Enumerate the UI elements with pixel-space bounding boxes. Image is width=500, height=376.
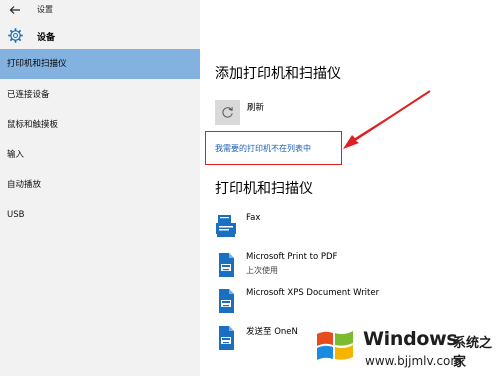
refresh-icon — [222, 107, 233, 118]
sidebar-item-connected-devices[interactable]: 已连接设备 — [0, 80, 200, 110]
window-title: 设置 — [37, 5, 53, 14]
sidebar: 设置 设备 打印机和扫描仪 已连接设备 鼠标和触摸板 输入 自动播放 USB — [0, 0, 200, 376]
sidebar-item-autoplay[interactable]: 自动播放 — [0, 170, 200, 200]
sidebar-item-typing[interactable]: 输入 — [0, 140, 200, 170]
printer-status: 上次使用 — [246, 266, 278, 275]
watermark: Windows 系统之家 www.bjjmlv.com — [313, 321, 500, 376]
fax-icon — [216, 215, 236, 237]
printer-name: Fax — [246, 213, 261, 223]
printer-item-fax[interactable]: Fax — [215, 212, 475, 242]
printer-item-print-to-pdf[interactable]: Microsoft Print to PDF 上次使用 — [215, 251, 475, 281]
main-content: 添加打印机和扫描仪 刷新 我需要的打印机不在列表中 打印机和扫描仪 Fax Mi… — [200, 0, 500, 376]
app-header: 设备 — [0, 24, 200, 48]
printer-not-listed-link[interactable]: 我需要的打印机不在列表中 — [215, 143, 311, 154]
back-arrow-icon[interactable] — [8, 3, 22, 17]
printer-item-xps-writer[interactable]: Microsoft XPS Document Writer — [215, 287, 475, 317]
document-printer-icon — [219, 253, 234, 277]
sidebar-item-usb[interactable]: USB — [0, 200, 200, 230]
printer-name: 发送至 OneN — [246, 327, 298, 337]
add-printers-heading: 添加打印机和扫描仪 — [215, 66, 341, 82]
watermark-url: www.bjjmlv.com — [365, 354, 463, 368]
title-bar: 设置 — [0, 0, 200, 20]
printer-name: Microsoft XPS Document Writer — [246, 288, 380, 298]
refresh-button[interactable] — [215, 100, 240, 125]
sidebar-item-mouse-touchpad[interactable]: 鼠标和触摸板 — [0, 110, 200, 140]
printers-list-heading: 打印机和扫描仪 — [215, 181, 313, 197]
gear-icon — [8, 28, 23, 43]
sidebar-item-printers-scanners[interactable]: 打印机和扫描仪 — [0, 49, 200, 79]
document-printer-icon — [219, 289, 234, 313]
windows-logo-icon — [317, 331, 353, 360]
watermark-brand: Windows — [363, 328, 458, 350]
document-printer-icon — [219, 326, 234, 350]
app-title: 设备 — [37, 33, 56, 43]
refresh-label: 刷新 — [247, 103, 265, 113]
printer-name: Microsoft Print to PDF — [246, 252, 338, 262]
